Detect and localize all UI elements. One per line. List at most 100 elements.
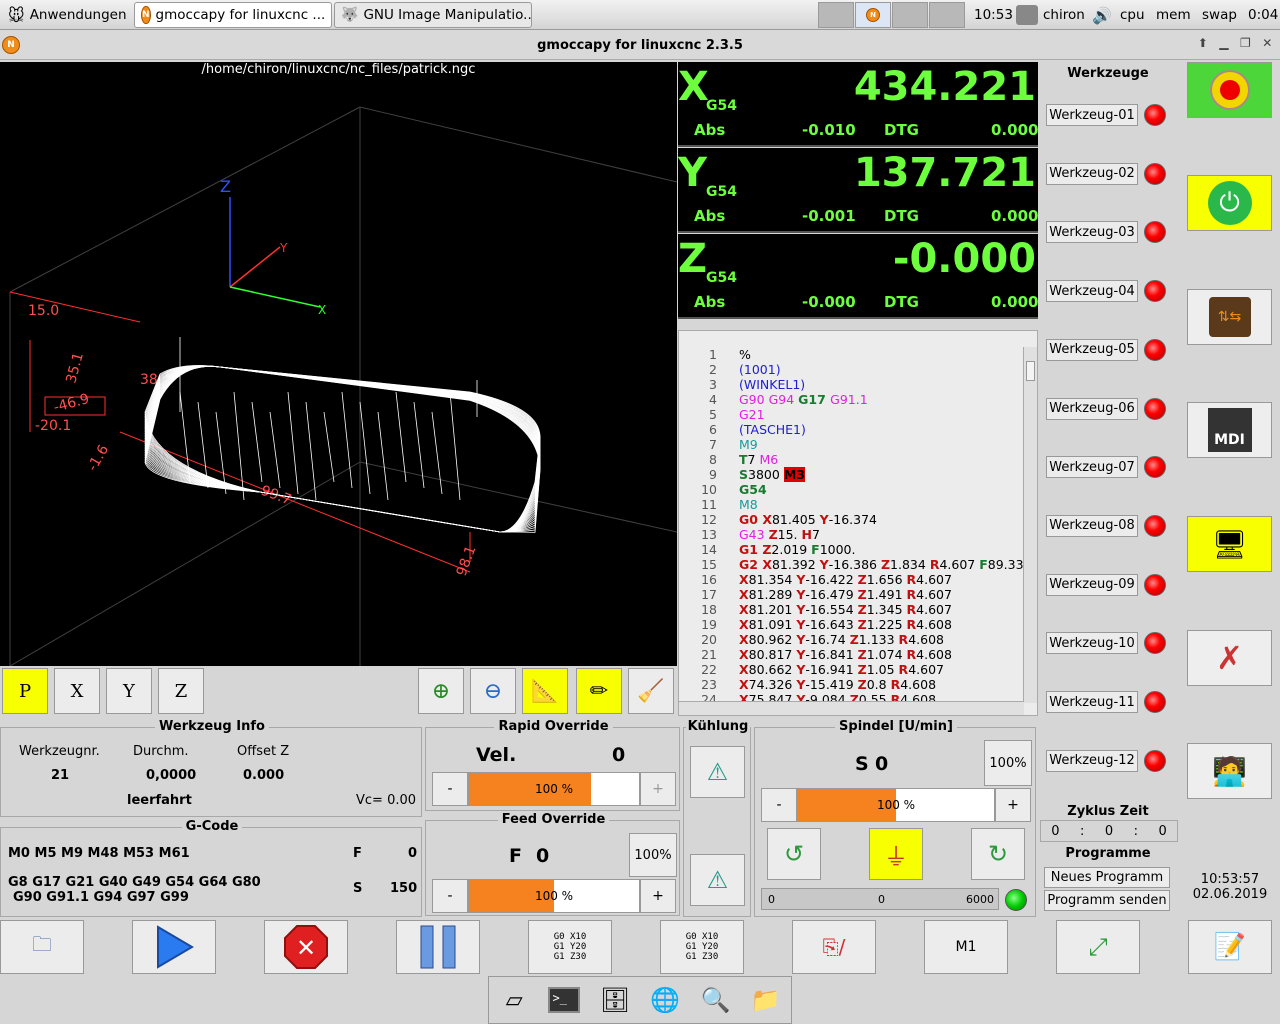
send-program-button[interactable]: Programm senden <box>1044 890 1170 911</box>
file-manager-icon[interactable]: 🗄 <box>597 982 633 1018</box>
dro-y[interactable]: Y G54 137.721 Abs -0.001 DTG 0.000 <box>678 148 1038 233</box>
gcode-line[interactable]: 14 G1 Z2.019 F1000. <box>679 542 1024 557</box>
tool-button[interactable]: Werkzeug-03 <box>1046 221 1138 244</box>
new-program-button[interactable]: Neues Programm <box>1044 867 1170 888</box>
gcode-line[interactable]: 11 M8 <box>679 497 1024 512</box>
rapid-minus-button[interactable]: - <box>432 772 468 806</box>
pause-program-button[interactable] <box>396 920 480 974</box>
view-z-button[interactable]: Z <box>158 668 204 714</box>
toolpath-preview[interactable]: /home/chiron/linuxcnc/nc_files/patrick.n… <box>0 62 677 666</box>
gcode-line[interactable]: 22 X80.662 Y-16.941 Z1.05 R4.607 <box>679 662 1024 677</box>
gcode-vscrollbar[interactable] <box>1023 347 1037 703</box>
gcode-line[interactable]: 20 X80.962 Y-16.74 Z1.133 R4.608 <box>679 632 1024 647</box>
workspace-1[interactable] <box>818 2 854 28</box>
taskbar-window-gmoccapy[interactable]: N gmoccapy for linuxcnc ... <box>134 2 332 28</box>
close-icon[interactable]: ✕ <box>1262 36 1272 54</box>
gcode-line[interactable]: 9 S3800 M3 <box>679 467 1024 482</box>
zoom-in-button[interactable]: ⊕ <box>418 668 464 714</box>
show-dimensions-button[interactable]: 📐 <box>522 668 568 714</box>
spindle-stop-button[interactable]: ⏚ <box>869 828 923 880</box>
feed-reset-button[interactable]: 100% <box>629 833 677 877</box>
feed-override-bar[interactable]: 100 % <box>468 879 640 913</box>
gcode-line[interactable]: 17 X81.289 Y-16.479 Z1.491 R4.607 <box>679 587 1024 602</box>
cpu-monitor[interactable]: cpu <box>1114 2 1151 28</box>
gcode-line[interactable]: 21 X80.817 Y-16.841 Z1.074 R4.608 <box>679 647 1024 662</box>
gcode-line[interactable]: 12 G0 X81.405 Y-16.374 <box>679 512 1024 527</box>
gcode-line[interactable]: 23 X74.326 Y-15.419 Z0.8 R4.608 <box>679 677 1024 692</box>
tool-button[interactable]: Werkzeug-05 <box>1046 338 1138 361</box>
tool-button[interactable]: Werkzeug-06 <box>1046 397 1138 420</box>
web-browser-icon[interactable]: 🌐 <box>647 982 683 1018</box>
mdi-mode-button[interactable]: MDI <box>1187 402 1272 458</box>
feed-plus-button[interactable]: + <box>640 879 676 913</box>
view-perspective-button[interactable]: P <box>2 668 48 714</box>
minimize-icon[interactable]: ▁ <box>1219 36 1228 54</box>
maximize-icon[interactable]: ❐ <box>1240 36 1251 54</box>
fullscreen-button[interactable]: ⤢ <box>1056 920 1140 974</box>
auto-mode-button[interactable]: 🖥 <box>1187 516 1272 572</box>
optional-block-delete-button[interactable]: ⎘/ <box>792 920 876 974</box>
rapid-plus-button[interactable]: + <box>640 772 676 806</box>
settings-button[interactable]: ✗ <box>1187 630 1272 686</box>
tool-button[interactable]: Werkzeug-01 <box>1046 104 1138 126</box>
estop-button[interactable] <box>1187 62 1272 118</box>
optional-stop-button[interactable]: M1 <box>924 920 1008 974</box>
spindle-plus-button[interactable]: + <box>995 788 1031 822</box>
workspace-4[interactable] <box>929 2 965 28</box>
flood-coolant-button[interactable]: ⚠ <box>690 746 745 798</box>
up-arrow-icon[interactable]: ⬆ <box>1198 36 1208 54</box>
view-x-button[interactable]: X <box>54 668 100 714</box>
tool-button[interactable]: Werkzeug-12 <box>1046 749 1138 772</box>
tool-button[interactable]: Werkzeug-04 <box>1046 280 1138 303</box>
gcode-line[interactable]: 3 (WINKEL1) <box>679 377 1024 392</box>
tool-button[interactable]: Werkzeug-11 <box>1046 691 1138 713</box>
search-icon[interactable]: 🔍 <box>697 982 733 1018</box>
gcode-line[interactable]: 13 G43 Z15. H7 <box>679 527 1024 542</box>
gcode-line[interactable]: 6 (TASCHE1) <box>679 422 1024 437</box>
run-program-button[interactable] <box>132 920 216 974</box>
gcode-hscrollbar[interactable] <box>679 701 1024 715</box>
manual-mode-button[interactable]: ⇅⇆ <box>1187 289 1272 345</box>
machine-power-button[interactable]: ⏻ <box>1187 175 1272 231</box>
swap-monitor[interactable]: swap <box>1196 2 1243 28</box>
dro-z[interactable]: Z G54 -0.000 Abs -0.000 DTG 0.000 <box>678 234 1038 319</box>
tool-button[interactable]: Werkzeug-09 <box>1046 573 1138 596</box>
open-file-button[interactable]: 🗀 <box>0 920 84 974</box>
workspace-2[interactable]: N <box>855 2 891 28</box>
edit-program-button[interactable]: 📝 <box>1188 920 1272 974</box>
spindle-reset-button[interactable]: 100% <box>984 740 1032 786</box>
gcode-vscroll-thumb[interactable] <box>1026 361 1035 381</box>
gcode-line[interactable]: 15 G2 X81.392 Y-16.386 Z1.834 R4.607 F89.… <box>679 557 1024 572</box>
feed-minus-button[interactable]: - <box>432 879 468 913</box>
gcode-line[interactable]: 18 X81.201 Y-16.554 Z1.345 R4.607 <box>679 602 1024 617</box>
spindle-cw-button[interactable]: ↻ <box>971 828 1025 880</box>
mist-coolant-button[interactable]: ⚠ <box>690 854 745 906</box>
rapid-override-bar[interactable]: 100 % <box>468 772 640 806</box>
folder-icon[interactable]: 📁 <box>748 982 784 1018</box>
show-toolpath-button[interactable]: ✏ <box>576 668 622 714</box>
gcode-line[interactable]: 7 M9 <box>679 437 1024 452</box>
run-from-line-button[interactable]: G0 X10 G1 Y20 G1 Z30 <box>660 920 744 974</box>
spindle-minus-button[interactable]: - <box>761 788 797 822</box>
tool-button[interactable]: Werkzeug-07 <box>1046 456 1138 479</box>
gcode-line[interactable]: 19 X81.091 Y-16.643 Z1.225 R4.608 <box>679 617 1024 632</box>
clear-plot-button[interactable]: 🧹 <box>628 668 674 714</box>
step-button[interactable]: G0 X10 G1 Y20 G1 Z30 <box>528 920 612 974</box>
gcode-line[interactable]: 2 (1001) <box>679 362 1024 377</box>
terminal-icon[interactable]: >_ <box>546 982 582 1018</box>
spindle-ccw-button[interactable]: ↺ <box>767 828 821 880</box>
view-y-button[interactable]: Y <box>106 668 152 714</box>
zoom-out-button[interactable]: ⊖ <box>470 668 516 714</box>
taskbar-window-gimp[interactable]: 🐺 GNU Image Manipulatio... <box>334 2 532 28</box>
applications-menu[interactable]: 🐭 Anwendungen <box>2 2 130 28</box>
mem-monitor[interactable]: mem <box>1150 2 1197 28</box>
spindle-override-bar[interactable]: 100 % <box>797 788 995 822</box>
user-tabs-button[interactable]: 🧑‍💻 <box>1187 743 1272 799</box>
user-switcher[interactable]: chiron <box>1010 2 1091 28</box>
gcode-view[interactable]: 1% 2 (1001) 3 (WINKEL1) 4 G90 G94 G17 G91.1 5 G2… <box>678 330 1038 716</box>
stop-program-button[interactable]: ✕ <box>264 920 348 974</box>
gcode-line[interactable]: 8 T7 M6 <box>679 452 1024 467</box>
gcode-line[interactable]: 4 G90 G94 G17 G91.1 <box>679 392 1024 407</box>
tool-button[interactable]: Werkzeug-08 <box>1046 514 1138 537</box>
workspace-3[interactable] <box>892 2 928 28</box>
